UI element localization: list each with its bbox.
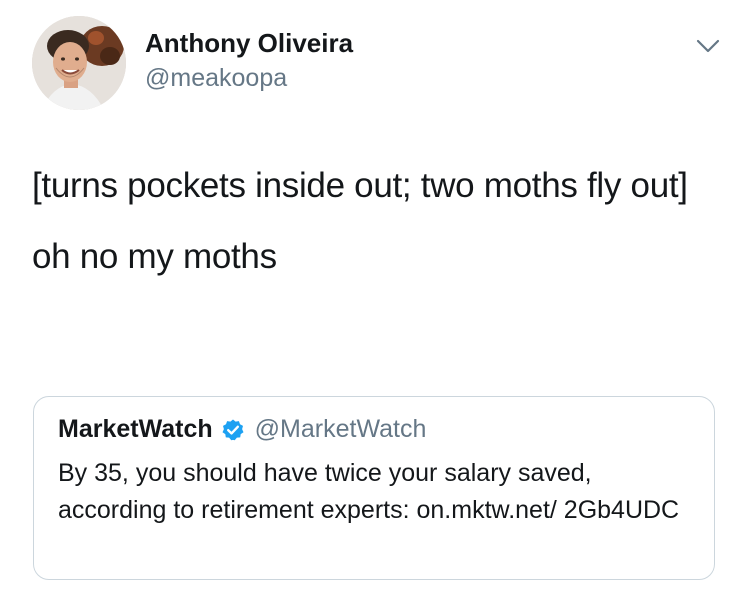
avatar[interactable]: [32, 16, 126, 110]
tweet-body: [turns pockets inside out; two moths fly…: [32, 158, 722, 284]
quoted-tweet-text: By 35, you should have twice your salary…: [58, 459, 680, 524]
quoted-author-name: MarketWatch: [58, 415, 213, 443]
tweet-text-paragraph: [turns pockets inside out; two moths fly…: [32, 166, 688, 205]
verified-badge-icon: [222, 419, 244, 440]
author-name[interactable]: Anthony Oliveira: [145, 28, 353, 59]
quoted-author-handle: @MarketWatch: [254, 415, 427, 443]
avatar-image: [32, 16, 126, 110]
tweet-text-paragraph: oh no my moths: [32, 237, 277, 276]
quoted-tweet-header: MarketWatch @MarketWatch: [58, 415, 426, 444]
quoted-tweet-card[interactable]: MarketWatch @MarketWatch By 35, you shou…: [33, 396, 715, 580]
chevron-down-icon[interactable]: [696, 38, 720, 54]
author-handle[interactable]: @meakoopa: [145, 64, 287, 93]
tweet: Anthony Oliveira @meakoopa [turns pocket…: [0, 0, 750, 589]
